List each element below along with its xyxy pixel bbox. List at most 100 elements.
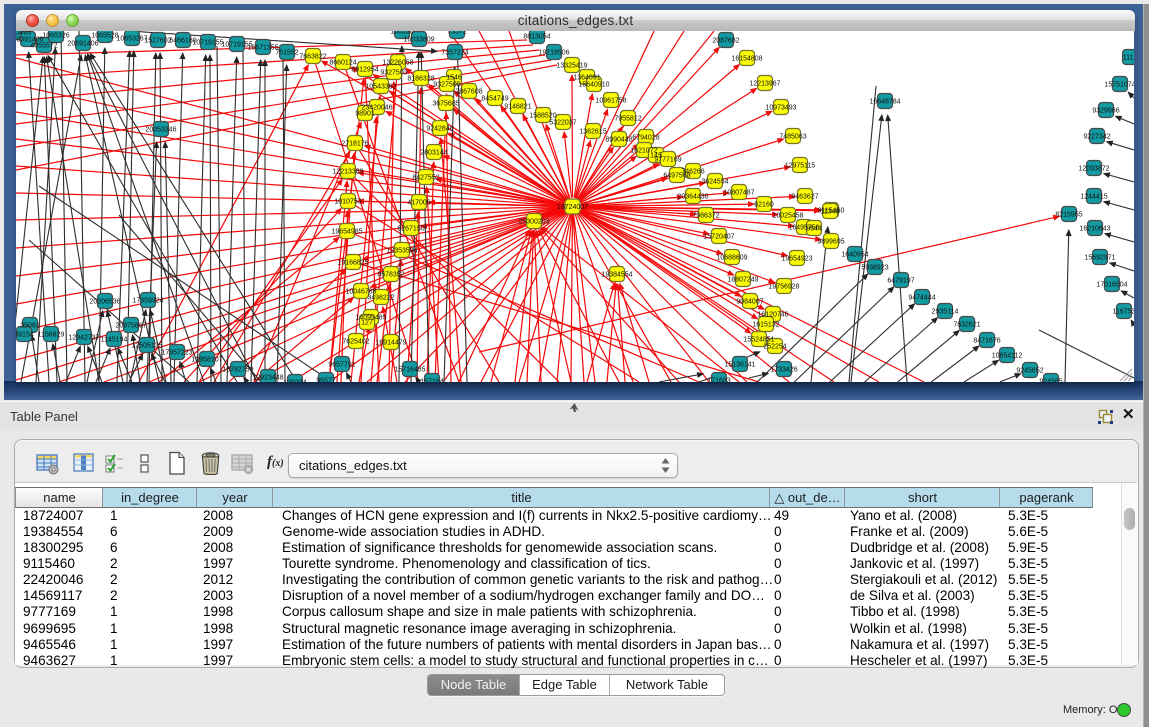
svg-text:157164: 157164 [420, 378, 443, 382]
svg-text:17016504: 17016504 [1096, 281, 1127, 288]
svg-text:10025458: 10025458 [772, 212, 803, 219]
svg-text:15692971: 15692971 [1084, 254, 1115, 261]
svg-text:3675685: 3675685 [432, 100, 459, 107]
svg-text:3624554: 3624554 [701, 178, 728, 185]
svg-text:924565: 924565 [1039, 378, 1062, 382]
svg-text:12213967: 12213967 [749, 80, 780, 87]
svg-text:10719155: 10719155 [192, 39, 223, 46]
svg-text:8471676: 8471676 [973, 337, 1000, 344]
svg-text:10653267: 10653267 [116, 35, 147, 42]
svg-text:9245652: 9245652 [1016, 367, 1043, 374]
svg-text:7485063: 7485063 [779, 133, 806, 140]
svg-text:12505135: 12505135 [131, 342, 162, 349]
svg-text:15136141: 15136141 [724, 361, 755, 368]
svg-text:16120746: 16120746 [757, 311, 788, 318]
svg-text:8813054: 8813054 [523, 33, 550, 40]
svg-text:12213389: 12213389 [332, 168, 363, 175]
svg-text:1588520: 1588520 [529, 112, 556, 119]
svg-text:10543382: 10543382 [365, 83, 396, 90]
svg-text:2867608: 2867608 [455, 88, 482, 95]
svg-text:39154: 39154 [16, 331, 34, 338]
svg-text:8215955: 8215955 [1055, 211, 1082, 218]
svg-text:9329966: 9329966 [1092, 107, 1119, 114]
svg-text:96577: 96577 [316, 377, 336, 382]
svg-text:3498222: 3498222 [367, 294, 394, 301]
svg-text:7663822: 7663822 [299, 53, 326, 60]
svg-text:10958107: 10958107 [191, 356, 222, 363]
svg-text:18724007: 18724007 [557, 204, 588, 211]
svg-text:19218506: 19218506 [538, 49, 569, 56]
svg-text:16033809: 16033809 [403, 36, 434, 43]
svg-text:15524851: 15524851 [743, 336, 774, 343]
svg-text:2935114: 2935114 [932, 308, 959, 315]
svg-text:7955812: 7955812 [614, 115, 641, 122]
svg-text:17957223: 17957223 [161, 349, 192, 356]
svg-text:9084067: 9084067 [736, 298, 763, 305]
svg-text:19654923: 19654923 [781, 255, 812, 262]
svg-text:1733426: 1733426 [770, 366, 797, 373]
svg-text:62160: 62160 [754, 201, 774, 208]
svg-text:7357224: 7357224 [441, 49, 468, 56]
svg-text:127: 127 [361, 319, 373, 326]
svg-text:20364436: 20364436 [677, 193, 708, 200]
svg-text:17359924: 17359924 [132, 297, 163, 304]
svg-text:2718176: 2718176 [341, 140, 368, 147]
svg-text:18807249: 18807249 [727, 276, 758, 283]
svg-text:1364091: 1364091 [573, 74, 600, 81]
svg-text:1546: 1546 [446, 74, 462, 81]
svg-text:1010753: 1010753 [334, 198, 361, 205]
svg-text:1065528: 1065528 [91, 32, 118, 39]
svg-text:12093872: 12093872 [1078, 165, 1109, 172]
svg-text:129234: 129234 [283, 379, 306, 382]
svg-text:8186328: 8186328 [407, 75, 434, 82]
svg-text:7632621: 7632621 [953, 321, 980, 328]
svg-text:16648784: 16648784 [869, 98, 900, 105]
svg-text:12942737: 12942737 [68, 334, 99, 341]
svg-text:9474444: 9474444 [908, 294, 935, 301]
svg-text:8990448: 8990448 [605, 136, 632, 143]
svg-text:7625402: 7625402 [342, 338, 369, 345]
svg-text:15720407: 15720407 [703, 233, 734, 240]
svg-text:12975115: 12975115 [785, 162, 816, 169]
svg-text:9463627: 9463627 [791, 193, 818, 200]
svg-text:9657791: 9657791 [328, 361, 355, 368]
svg-text:8660124: 8660124 [329, 59, 356, 66]
svg-text:13325419: 13325419 [556, 62, 587, 69]
svg-text:16914479: 16914479 [375, 339, 406, 346]
svg-text:19166825: 19166825 [337, 259, 368, 266]
svg-text:8678352: 8678352 [377, 271, 404, 278]
svg-text:1145194: 1145194 [101, 336, 128, 343]
svg-text:8427552: 8427552 [412, 174, 439, 181]
svg-text:2087682: 2087682 [712, 37, 739, 44]
svg-text:252254: 252254 [763, 343, 786, 350]
svg-text:10807487: 10807487 [723, 189, 754, 196]
svg-text:9242848: 9242848 [426, 125, 453, 132]
svg-text:5938923: 5938923 [861, 264, 888, 271]
svg-text:417006: 417006 [407, 199, 430, 206]
svg-text:98901: 98901 [355, 110, 375, 117]
svg-text:25300203: 25300203 [518, 218, 549, 225]
svg-text:751552: 751552 [275, 49, 298, 56]
svg-text:12923448: 12923448 [252, 374, 283, 381]
svg-text:9227342: 9227342 [1083, 133, 1110, 140]
svg-text:15751074: 15751074 [1104, 81, 1134, 88]
svg-text:1362615: 1362615 [579, 128, 606, 135]
svg-text:746266: 746266 [681, 168, 704, 175]
svg-text:1244415: 1244415 [1080, 193, 1107, 200]
svg-text:16782759: 16782759 [222, 366, 253, 373]
svg-text:6794028: 6794028 [632, 134, 659, 141]
svg-text:1065326: 1065326 [42, 32, 69, 39]
svg-text:35061: 35061 [20, 322, 40, 329]
svg-text:15640910: 15640910 [578, 81, 609, 88]
svg-text:16671355: 16671355 [247, 44, 278, 51]
svg-text:1615132: 1615132 [752, 321, 779, 328]
svg-text:12353594: 12353594 [386, 247, 417, 254]
svg-text:20691406: 20691406 [67, 40, 98, 47]
svg-text:1527602: 1527602 [144, 37, 171, 44]
svg-text:16154808: 16154808 [731, 55, 762, 62]
svg-text:10688609: 10688609 [716, 254, 747, 261]
svg-text:8454749: 8454749 [481, 95, 508, 102]
svg-text:19384554: 19384554 [601, 271, 632, 278]
svg-text:9644: 9644 [806, 225, 822, 232]
svg-text:10961758: 10961758 [595, 97, 626, 104]
